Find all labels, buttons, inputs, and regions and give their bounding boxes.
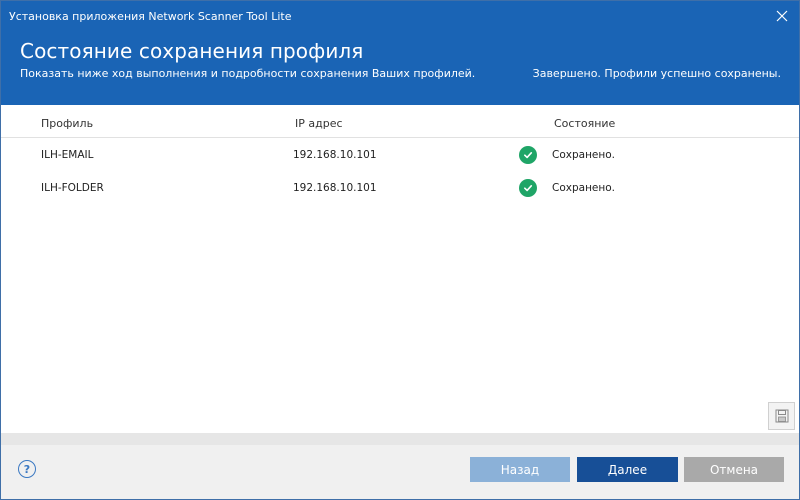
check-circle-icon xyxy=(519,146,537,164)
column-header-state[interactable]: Состояние xyxy=(554,117,615,130)
column-header-profile[interactable]: Профиль xyxy=(41,117,93,130)
check-circle-icon xyxy=(519,179,537,197)
save-state: Сохранено. xyxy=(552,149,616,161)
completion-status: Завершено. Профили успешно сохранены. xyxy=(532,67,781,80)
page-subtitle: Показать ниже ход выполнения и подробнос… xyxy=(20,67,476,80)
save-state: Сохранено. xyxy=(552,182,616,194)
table-row[interactable]: ILH-EMAIL 192.168.10.101 Сохранено. xyxy=(1,139,799,172)
table-header: Профиль IP адрес Состояние xyxy=(1,105,799,138)
footer-bar: ? Назад Далее Отмена xyxy=(1,445,799,499)
back-button[interactable]: Назад xyxy=(470,457,570,482)
profile-table: Профиль IP адрес Состояние ILH-EMAIL 192… xyxy=(1,105,799,433)
next-button[interactable]: Далее xyxy=(577,457,678,482)
ip-address: 192.168.10.101 xyxy=(293,149,377,161)
close-button[interactable] xyxy=(771,5,793,27)
floppy-disk-icon xyxy=(775,409,788,423)
save-log-button[interactable] xyxy=(768,402,795,430)
page-title: Состояние сохранения профиля xyxy=(20,39,364,63)
header-banner: Установка приложения Network Scanner Too… xyxy=(1,1,799,105)
cancel-button[interactable]: Отмена xyxy=(684,457,784,482)
window-title: Установка приложения Network Scanner Too… xyxy=(9,10,292,23)
installer-window: Установка приложения Network Scanner Too… xyxy=(0,0,800,500)
profile-name: ILH-FOLDER xyxy=(41,182,104,194)
help-icon[interactable]: ? xyxy=(18,460,36,478)
footer-divider xyxy=(1,433,799,445)
profile-name: ILH-EMAIL xyxy=(41,149,94,161)
column-header-ip[interactable]: IP адрес xyxy=(295,117,343,130)
close-icon xyxy=(776,10,788,22)
table-row[interactable]: ILH-FOLDER 192.168.10.101 Сохранено. xyxy=(1,172,799,205)
ip-address: 192.168.10.101 xyxy=(293,182,377,194)
